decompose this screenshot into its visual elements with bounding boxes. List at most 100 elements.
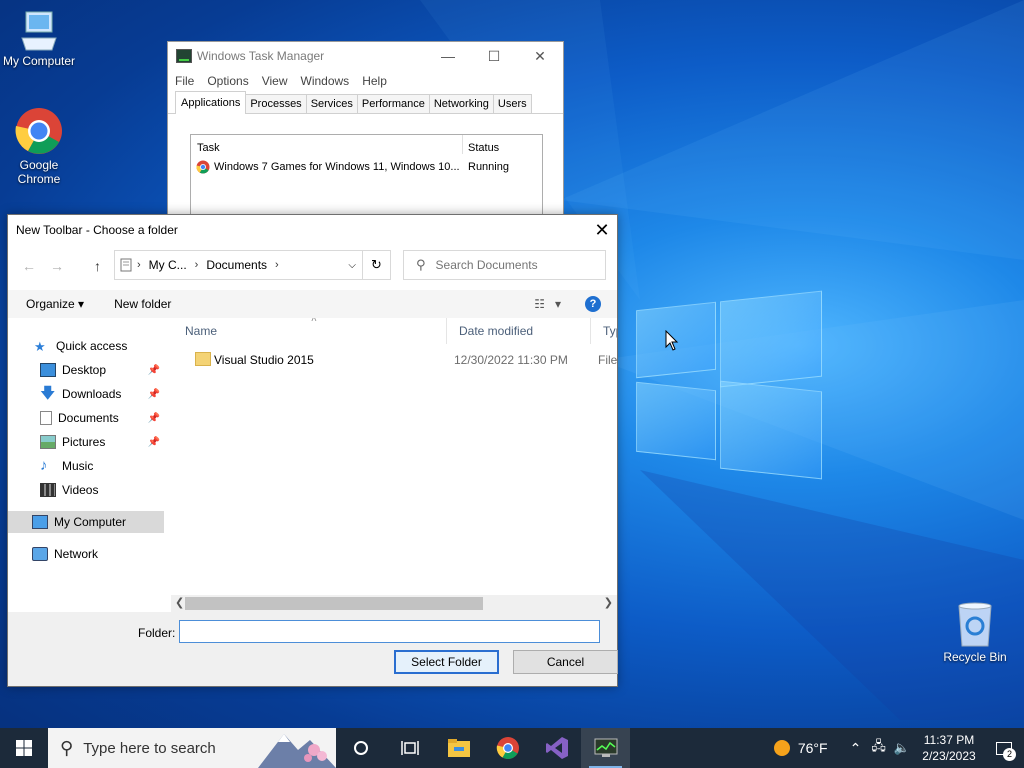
chevron-down-icon[interactable]: ⌵: [348, 260, 356, 271]
taskbar-search-box[interactable]: ⚲ Type here to search: [48, 728, 336, 768]
breadcrumb-my-computer[interactable]: My C...: [149, 258, 187, 272]
clock[interactable]: 11:37 PM 2/23/2023: [914, 732, 984, 764]
sidebar-item-downloads[interactable]: 🡇 Downloads 📌: [8, 383, 164, 405]
network-icon: [32, 547, 48, 561]
refresh-icon[interactable]: ↻: [362, 251, 390, 279]
tab-applications[interactable]: Applications: [175, 91, 247, 114]
sidebar-item-pictures[interactable]: Pictures 📌: [8, 431, 164, 453]
menu-windows[interactable]: Windows: [301, 74, 350, 88]
file-explorer-icon: [447, 739, 470, 757]
menu-view[interactable]: View: [262, 74, 288, 88]
weather-sun-icon[interactable]: [773, 740, 790, 756]
taskbar-task-manager[interactable]: [581, 728, 630, 768]
taskbar-file-explorer[interactable]: [434, 728, 483, 768]
taskbar-visual-studio[interactable]: [532, 728, 581, 768]
dialog-title: New Toolbar - Choose a folder: [16, 223, 178, 237]
up-arrow-icon[interactable]: ↑: [94, 258, 101, 274]
tab-services[interactable]: Services: [305, 94, 358, 113]
music-icon: ♪: [40, 457, 48, 474]
tab-performance[interactable]: Performance: [356, 94, 430, 113]
chevron-up-icon[interactable]: ⌃: [850, 740, 862, 757]
search-box[interactable]: ⚲: [403, 250, 606, 280]
forward-arrow-icon[interactable]: →: [50, 258, 64, 274]
desktop-icon-recycle-bin[interactable]: Recycle Bin: [935, 602, 1015, 664]
back-arrow-icon[interactable]: ←: [22, 258, 36, 274]
minimize-icon[interactable]: —: [425, 48, 471, 65]
task-manager-titlebar[interactable]: Windows Task Manager — ☐ ✕: [168, 42, 563, 70]
column-header-task[interactable]: Task: [191, 135, 463, 154]
desktop-icon-label: Google Chrome: [17, 158, 61, 186]
maximize-icon[interactable]: ☐: [471, 48, 517, 65]
tab-users[interactable]: Users: [492, 94, 532, 113]
close-icon[interactable]: ✕: [587, 220, 617, 241]
choose-folder-dialog[interactable]: New Toolbar - Choose a folder ✕ ← → ↑ › …: [7, 214, 618, 687]
visual-studio-icon: [545, 737, 568, 759]
chevron-right-icon[interactable]: ›: [275, 259, 279, 271]
documents-icon: [40, 411, 52, 425]
file-list[interactable]: Name ˄ Date modified Type Visual Studio …: [173, 318, 617, 600]
task-name: Windows 7 Games for Windows 11, Windows …: [214, 161, 460, 173]
taskbar-search-placeholder: Type here to search: [83, 739, 216, 757]
sidebar-item-desktop[interactable]: Desktop 📌: [8, 359, 164, 381]
organize-button[interactable]: Organize ▾: [26, 297, 84, 311]
weather-temperature[interactable]: 76°F: [798, 740, 828, 756]
cortana-button[interactable]: [336, 728, 385, 768]
notification-center-button[interactable]: 2: [984, 728, 1024, 768]
folder-label: Folder:: [138, 626, 176, 640]
horizontal-scrollbar[interactable]: ❮ ❯: [171, 595, 617, 612]
scrollbar-thumb[interactable]: [185, 597, 483, 610]
sidebar-item-quick-access[interactable]: ★ Quick access: [8, 335, 164, 357]
recycle-bin-icon: [958, 602, 992, 647]
new-folder-button[interactable]: New folder: [114, 297, 171, 311]
pin-icon[interactable]: 📌: [148, 413, 160, 424]
file-date: 12/30/2022 11:30 PM: [454, 353, 568, 367]
task-view-button[interactable]: [385, 728, 434, 768]
close-icon[interactable]: ✕: [517, 48, 563, 65]
tab-networking[interactable]: Networking: [428, 94, 494, 113]
network-icon[interactable]: 🖧: [871, 737, 886, 759]
task-manager-icon: [176, 49, 192, 63]
pin-icon[interactable]: 📌: [148, 389, 160, 400]
view-options-icon[interactable]: ☷ ▾: [534, 297, 561, 311]
breadcrumb-documents[interactable]: Documents: [206, 258, 267, 272]
pin-icon[interactable]: 📌: [148, 365, 160, 376]
chevron-right-icon[interactable]: ›: [195, 259, 199, 271]
list-item[interactable]: Visual Studio 2015 12/30/2022 11:30 PM F…: [173, 349, 617, 371]
windows-start-icon: [16, 740, 32, 756]
task-manager-tabs: Applications Processes Services Performa…: [168, 91, 563, 114]
menu-help[interactable]: Help: [362, 74, 387, 88]
search-icon: ⚲: [60, 737, 74, 758]
start-button[interactable]: [0, 728, 48, 768]
search-input[interactable]: [435, 258, 596, 272]
sidebar-item-network[interactable]: Network: [8, 543, 164, 565]
menu-options[interactable]: Options: [207, 74, 248, 88]
column-header-type[interactable]: Type: [591, 318, 617, 344]
address-bar[interactable]: › My C... › Documents › ⌵ ↻: [114, 250, 391, 280]
sidebar-item-music[interactable]: ♪ Music: [8, 455, 164, 477]
cancel-button[interactable]: Cancel: [513, 650, 618, 674]
table-row[interactable]: Windows 7 Games for Windows 11, Windows …: [191, 157, 542, 177]
scroll-right-icon[interactable]: ❯: [604, 596, 613, 609]
dialog-titlebar[interactable]: New Toolbar - Choose a folder ✕: [8, 215, 617, 245]
clock-date: 2/23/2023: [922, 749, 976, 763]
sidebar-item-videos[interactable]: Videos: [8, 479, 164, 501]
menu-file[interactable]: File: [175, 74, 194, 88]
column-header-name[interactable]: Name: [173, 318, 447, 344]
sidebar-item-documents[interactable]: Documents 📌: [8, 407, 164, 429]
desktop-icon-my-computer[interactable]: My Computer: [0, 10, 79, 68]
scroll-left-icon[interactable]: ❮: [175, 596, 184, 609]
column-header-status[interactable]: Status: [463, 142, 499, 154]
folder-input[interactable]: [179, 620, 600, 643]
command-bar: Organize ▾ New folder ☷ ▾ ?: [8, 290, 617, 318]
chevron-right-icon[interactable]: ›: [137, 259, 141, 271]
taskbar-chrome[interactable]: [483, 728, 532, 768]
task-manager-window[interactable]: Windows Task Manager — ☐ ✕ File Options …: [167, 41, 564, 231]
tab-processes[interactable]: Processes: [245, 94, 307, 113]
pin-icon[interactable]: 📌: [148, 437, 160, 448]
column-header-date-modified[interactable]: Date modified: [447, 318, 591, 344]
desktop-icon-google-chrome[interactable]: Google Chrome: [0, 106, 79, 186]
help-icon[interactable]: ?: [585, 296, 601, 312]
sidebar-item-my-computer[interactable]: My Computer: [8, 511, 164, 533]
select-folder-button[interactable]: Select Folder: [394, 650, 499, 674]
volume-icon[interactable]: 🔈: [894, 740, 910, 756]
